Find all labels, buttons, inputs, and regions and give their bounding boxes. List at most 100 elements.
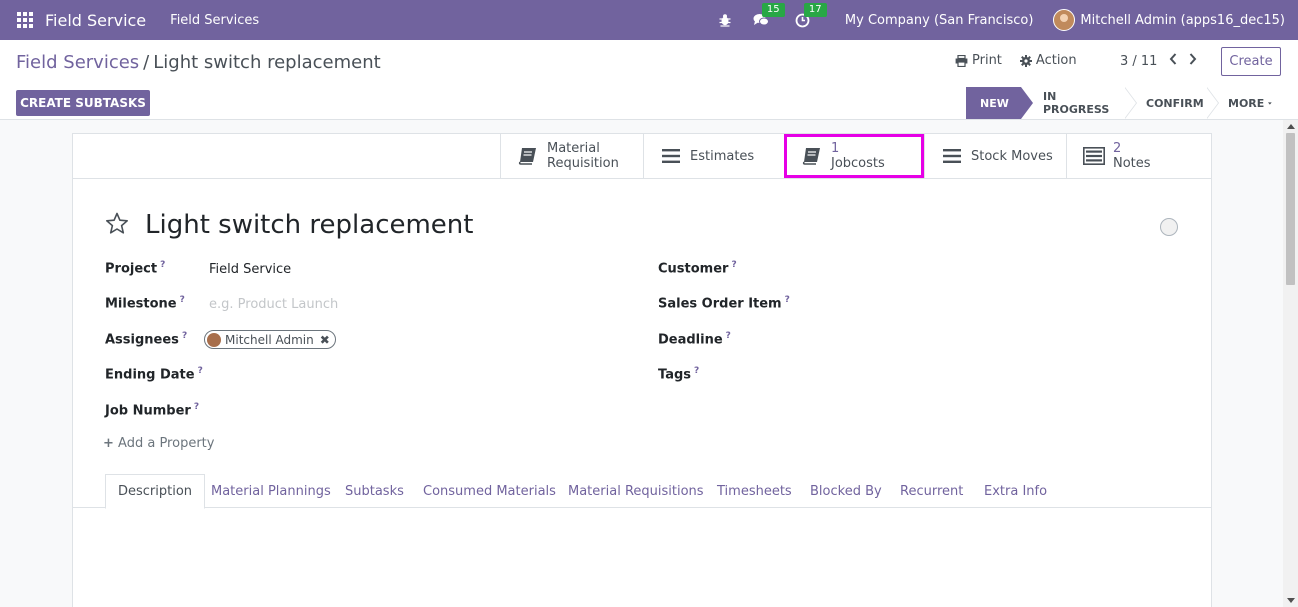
add-property-button[interactable]: + Add a Property: [103, 436, 214, 451]
jobcosts-smart-button[interactable]: 1 Jobcosts: [784, 134, 924, 178]
stage-new-label: NEW: [980, 96, 1009, 110]
user-avatar[interactable]: [1053, 9, 1076, 31]
create-button[interactable]: Create: [1221, 47, 1281, 76]
customer-label: Customer?: [658, 260, 737, 277]
help-tooltip-icon[interactable]: ?: [694, 366, 699, 376]
pager-previous-icon[interactable]: [1169, 53, 1177, 69]
apps-menu-icon[interactable]: [17, 12, 33, 28]
add-property-label: Add a Property: [118, 436, 215, 451]
caret-down-icon: [1268, 101, 1272, 105]
user-menu[interactable]: Mitchell Admin (apps16_dec15): [1080, 13, 1285, 28]
tab-subtasks[interactable]: Subtasks: [345, 474, 404, 508]
messages-count-badge: 15: [761, 3, 785, 17]
scrollbar-thumb[interactable]: [1286, 133, 1295, 285]
stage-more-label: MORE: [1228, 96, 1265, 110]
print-menu-button[interactable]: Print: [955, 53, 1002, 68]
tab-description[interactable]: Description: [105, 474, 206, 509]
notes-smart-button[interactable]: 2 Notes: [1066, 134, 1208, 178]
company-switcher[interactable]: My Company (San Francisco): [845, 13, 1033, 28]
material-requisition-label: Material Requisition: [547, 141, 619, 171]
scroll-up-arrow-icon[interactable]: [1287, 124, 1295, 129]
book-icon: [801, 147, 823, 165]
stock-moves-label: Stock Moves: [971, 148, 1053, 164]
create-subtasks-button[interactable]: CREATE SUBTASKS: [16, 90, 150, 116]
ending-date-label: Ending Date?: [105, 366, 203, 383]
tab-blocked-by[interactable]: Blocked By: [810, 474, 882, 508]
assignees-label: Assignees?: [105, 331, 188, 348]
tab-material-plannings[interactable]: Material Plannings: [211, 474, 331, 508]
notes-text: 2 Notes: [1113, 141, 1151, 171]
help-tooltip-icon[interactable]: ?: [731, 260, 736, 270]
estimates-smart-button[interactable]: Estimates: [643, 134, 784, 178]
kanban-state-circle[interactable]: [1160, 218, 1178, 236]
top-navbar: Field Service Field Services 15 17 My Co…: [0, 0, 1298, 40]
notes-list-icon: [1083, 147, 1105, 165]
button-box-divider: [73, 178, 1211, 179]
deadline-label: Deadline?: [658, 331, 731, 348]
statusbar: NEW IN PROGRESS CONFIRM MORE: [966, 87, 1282, 119]
tab-timesheets[interactable]: Timesheets: [717, 474, 792, 508]
smart-button-box: Material Requisition Estimates 1 Jobcost…: [500, 134, 1208, 178]
tab-consumed-materials[interactable]: Consumed Materials: [423, 474, 556, 508]
plus-icon: +: [103, 436, 114, 451]
estimates-label: Estimates: [690, 148, 755, 164]
breadcrumb-field-services[interactable]: Field Services: [16, 52, 139, 73]
breadcrumb-current: Light switch replacement: [153, 52, 381, 73]
activities-clock-icon[interactable]: 17: [793, 3, 827, 30]
material-requisition-smart-button[interactable]: Material Requisition: [500, 134, 643, 178]
help-tooltip-icon[interactable]: ?: [198, 366, 203, 376]
breadcrumb-separator: /: [143, 52, 150, 73]
action-menu-button[interactable]: Action: [1019, 53, 1077, 68]
help-tooltip-icon[interactable]: ?: [160, 260, 165, 270]
help-tooltip-icon[interactable]: ?: [785, 295, 790, 305]
help-tooltip-icon[interactable]: ?: [726, 331, 731, 341]
app-title[interactable]: Field Service: [45, 11, 146, 30]
jobcosts-count: 1: [831, 141, 840, 156]
pager-value[interactable]: 3 / 11: [1120, 54, 1157, 69]
assignee-tag[interactable]: Mitchell Admin ✖: [204, 330, 336, 349]
sales-order-item-label: Sales Order Item?: [658, 295, 790, 312]
jobcosts-label: Jobcosts: [831, 156, 885, 171]
control-panel: Field Services / Light switch replacement …: [0, 40, 1298, 120]
remove-tag-icon[interactable]: ✖: [320, 333, 330, 347]
tags-label: Tags?: [658, 366, 700, 383]
favorite-star-icon[interactable]: [105, 212, 129, 239]
help-tooltip-icon[interactable]: ?: [180, 295, 185, 305]
milestone-field[interactable]: e.g. Product Launch: [209, 297, 338, 312]
pager: 3 / 11: [1120, 53, 1197, 69]
notebook-tabs: Description Material Plannings Subtasks …: [73, 474, 1211, 509]
stage-in-progress[interactable]: IN PROGRESS: [1021, 87, 1137, 119]
list-bars-icon: [941, 149, 963, 163]
book-icon: [517, 147, 539, 165]
menu-field-services[interactable]: Field Services: [170, 13, 259, 28]
messages-chat-icon[interactable]: 15: [751, 3, 785, 30]
stage-chevron: [1206, 87, 1218, 119]
activities-count-badge: 17: [803, 3, 827, 17]
stage-in-progress-label: IN PROGRESS: [1043, 90, 1110, 116]
pager-next-icon[interactable]: [1189, 53, 1197, 69]
help-tooltip-icon[interactable]: ?: [194, 402, 199, 412]
action-label: Action: [1035, 53, 1077, 68]
stage-confirm-label: CONFIRM: [1146, 96, 1204, 110]
tab-extra-info[interactable]: Extra Info: [984, 474, 1047, 508]
list-bars-icon: [660, 149, 682, 163]
assignee-tag-label: Mitchell Admin: [225, 332, 314, 347]
stage-chevron: [1124, 87, 1136, 119]
record-title[interactable]: Light switch replacement: [145, 210, 473, 240]
stage-new[interactable]: NEW: [966, 87, 1033, 119]
print-icon: [955, 54, 968, 67]
tab-recurrent[interactable]: Recurrent: [900, 474, 963, 508]
project-field[interactable]: Field Service: [209, 262, 291, 277]
stage-chevron: [1021, 87, 1033, 119]
stock-moves-smart-button[interactable]: Stock Moves: [924, 134, 1066, 178]
debug-bug-icon[interactable]: [715, 10, 735, 30]
notes-count: 2: [1113, 141, 1122, 156]
help-tooltip-icon[interactable]: ?: [182, 331, 187, 341]
notes-label: Notes: [1113, 156, 1151, 171]
breadcrumb: Field Services / Light switch replacement: [16, 52, 381, 73]
cp-action-menus: Print Action: [955, 53, 1095, 68]
navbar-systray: 15 17 My Company (San Francisco) Mitchel…: [715, 0, 1298, 40]
job-number-label: Job Number?: [105, 402, 200, 419]
tab-material-requisitions[interactable]: Material Requisitions: [568, 474, 704, 508]
scroll-down-arrow-icon[interactable]: [1287, 598, 1295, 603]
